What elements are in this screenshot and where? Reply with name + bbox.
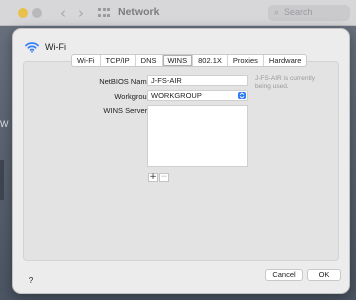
wifi-settings-sheet: Wi-Fi Wi-Fi TCP/IP DNS WINS 802.1X Proxi…: [12, 28, 350, 294]
background-titlebar: ‹ › Network ⌕ Search: [0, 0, 356, 26]
search-icon: ⌕: [274, 8, 280, 18]
search-placeholder: Search: [284, 7, 313, 17]
window-title: Network: [118, 6, 160, 18]
zoom-button[interactable]: [32, 8, 42, 18]
tab-tcpip[interactable]: TCP/IP: [101, 55, 136, 66]
wins-servers-list[interactable]: [147, 105, 248, 167]
tab-bar: Wi-Fi TCP/IP DNS WINS 802.1X Proxies Har…: [71, 54, 308, 67]
wifi-icon: [25, 42, 39, 53]
workgroup-label: Workgroup:: [114, 92, 153, 101]
sidebar-partial-text: W: [0, 119, 9, 129]
tab-dns[interactable]: DNS: [136, 55, 163, 66]
sheet-title: Wi-Fi: [45, 42, 66, 52]
workgroup-select[interactable]: WORKGROUP: [147, 90, 248, 101]
help-button[interactable]: ?: [25, 275, 37, 287]
tab-hardware[interactable]: Hardware: [264, 55, 307, 66]
tab-proxies[interactable]: Proxies: [228, 55, 264, 66]
tab-wifi[interactable]: Wi-Fi: [72, 55, 101, 66]
add-server-button[interactable]: +: [148, 173, 158, 182]
tab-wins[interactable]: WINS: [162, 55, 194, 66]
remove-server-button[interactable]: −: [159, 173, 169, 182]
back-arrow-icon[interactable]: ‹: [60, 4, 66, 22]
cancel-button[interactable]: Cancel: [265, 269, 303, 281]
wins-servers-label: WINS Servers:: [103, 106, 153, 115]
ok-button[interactable]: OK: [307, 269, 341, 281]
netbios-name-label: NetBIOS Name:: [99, 77, 153, 86]
minimize-button[interactable]: [18, 8, 28, 18]
search-field[interactable]: ⌕ Search: [268, 5, 350, 21]
chevron-updown-icon: [238, 92, 246, 99]
tab-8021x[interactable]: 802.1X: [193, 55, 228, 66]
netbios-status-note: J-FS-AIR is currently being used.: [255, 75, 315, 90]
workgroup-value: WORKGROUP: [151, 91, 202, 100]
netbios-name-input[interactable]: J-FS-AIR: [147, 75, 248, 86]
sidebar-edge: [0, 160, 4, 200]
forward-arrow-icon[interactable]: ›: [78, 4, 84, 22]
grid-view-icon[interactable]: [98, 8, 110, 18]
sheet-header: Wi-Fi: [25, 39, 66, 55]
